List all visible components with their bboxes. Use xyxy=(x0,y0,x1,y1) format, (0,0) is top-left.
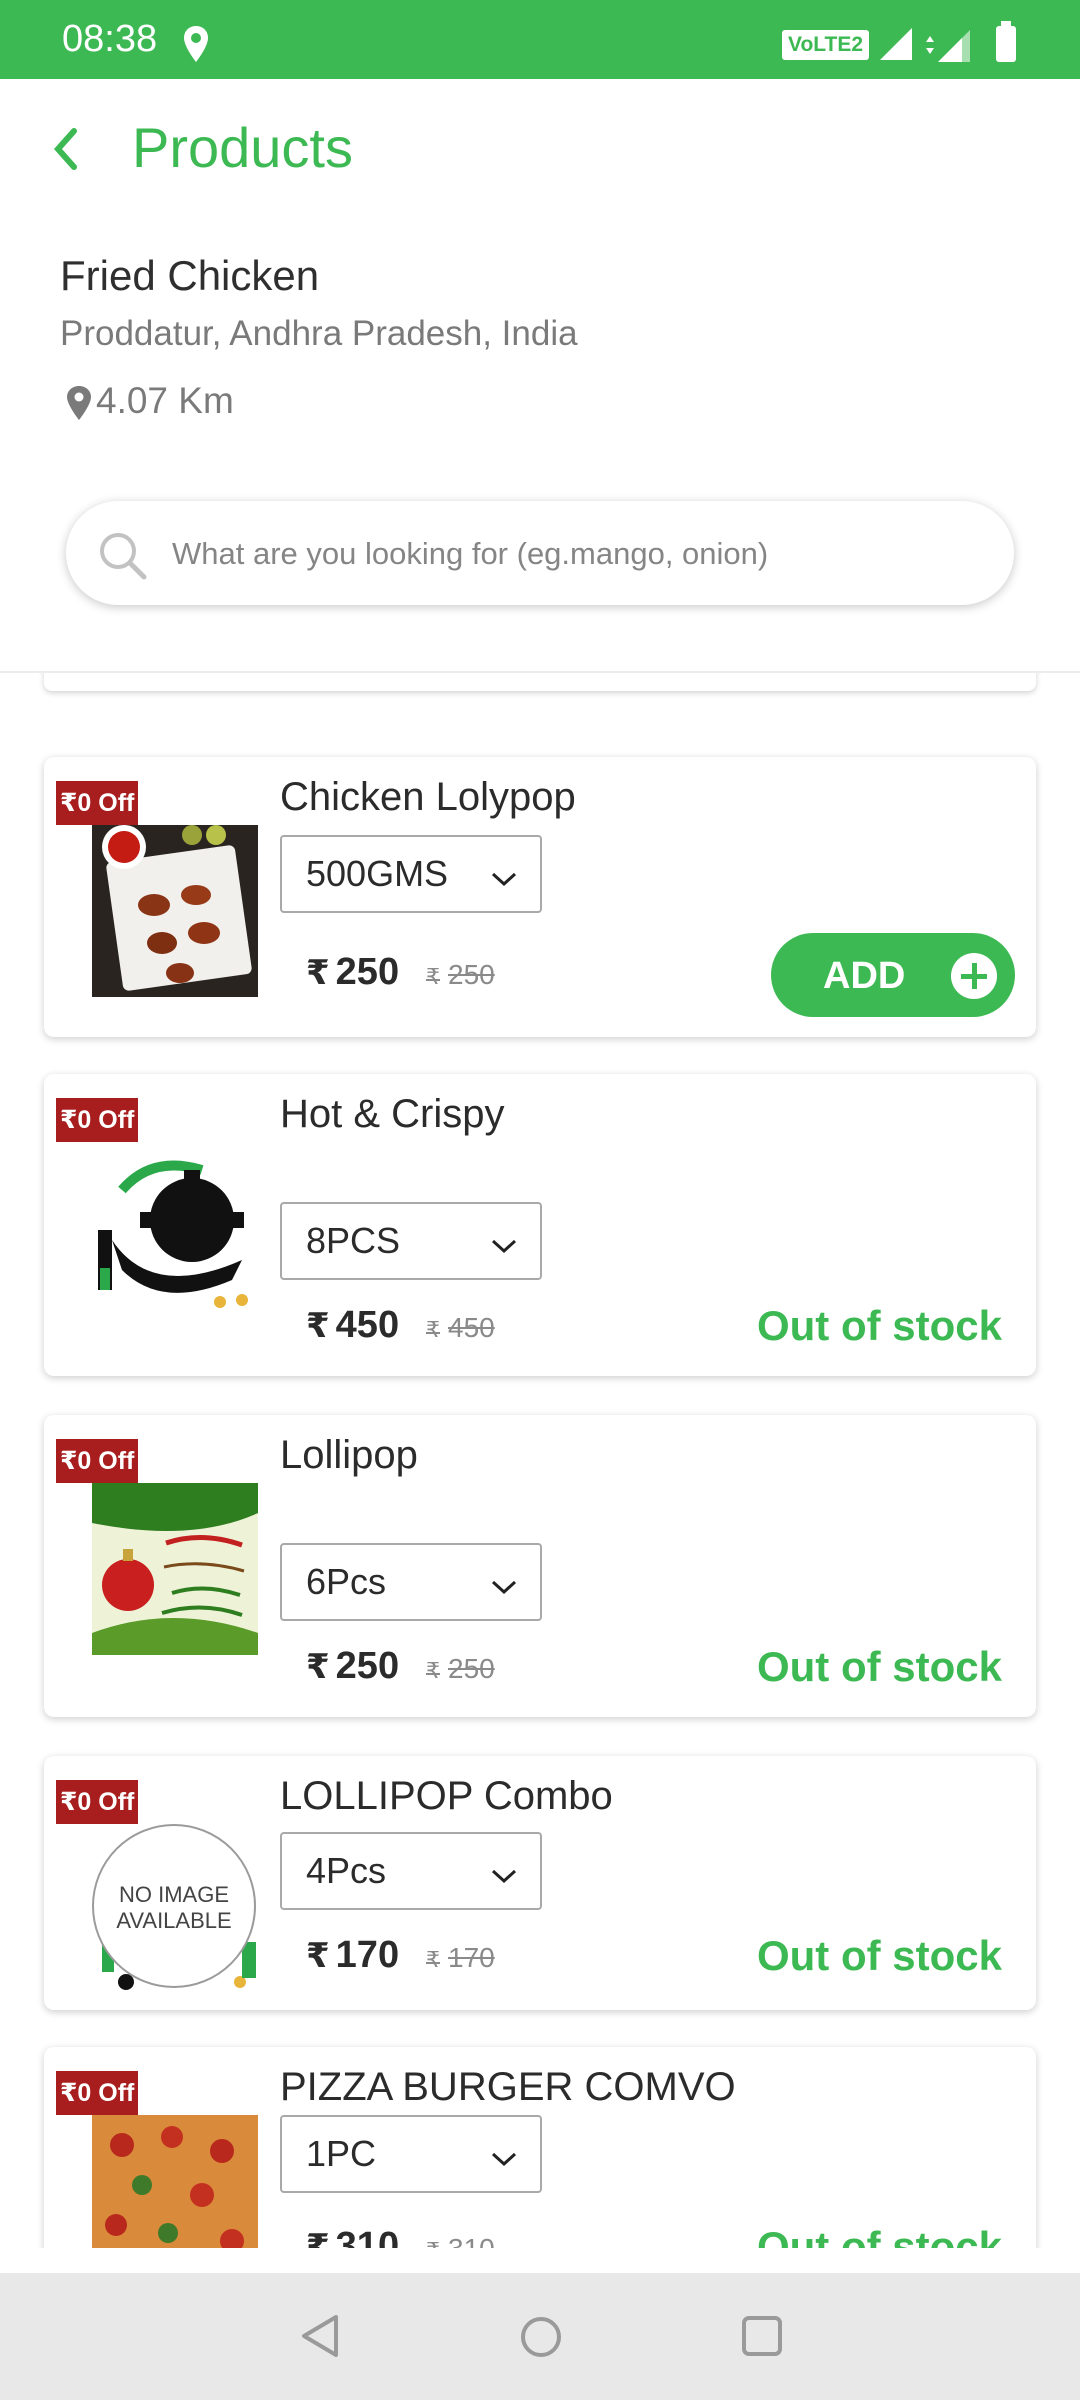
variant-select[interactable]: 1PC xyxy=(280,2115,542,2193)
original-price-value: 250 xyxy=(448,1653,495,1684)
product-list[interactable]: ₹0 Off Chicken Lolypop 500GMS ₹250 ₹250 … xyxy=(0,673,1080,2248)
variant-select[interactable]: 6Pcs xyxy=(280,1543,542,1621)
currency-symbol: ₹ xyxy=(306,1648,330,1686)
stock-status: Out of stock xyxy=(756,1932,1002,1979)
price-value: 250 xyxy=(335,951,400,993)
product-card[interactable]: ₹0 Off NO IMAGE AVAILABLE LOLLIPOP Combo… xyxy=(44,1756,1036,2010)
product-image[interactable] xyxy=(92,825,258,997)
variant-select[interactable]: 8PCS xyxy=(280,1202,542,1280)
plus-circle-icon xyxy=(951,953,997,999)
store-distance: 4.07 Km xyxy=(66,380,234,426)
product-price: ₹250 xyxy=(306,951,399,994)
product-image[interactable] xyxy=(92,1150,258,1322)
page-title: Products xyxy=(132,116,353,179)
stock-status: Out of stock xyxy=(756,1302,1002,1349)
original-price: ₹310 xyxy=(426,2233,495,2248)
chevron-down-icon xyxy=(491,1239,517,1254)
signal-icon xyxy=(880,28,912,60)
product-card[interactable]: ₹0 Off Lollipop 6Pcs ₹250 ₹250 Out of st… xyxy=(44,1415,1036,1717)
store-address: Proddatur, Andhra Pradesh, India xyxy=(60,314,578,353)
chevron-down-icon xyxy=(491,2152,517,2167)
original-price-value: 450 xyxy=(448,1312,495,1343)
variant-select[interactable]: 4Pcs xyxy=(280,1832,542,1910)
search-icon xyxy=(100,533,147,580)
store-distance-label: 4.07 Km xyxy=(96,380,234,421)
product-name: LOLLIPOP Combo xyxy=(280,1774,613,1818)
search-bar[interactable] xyxy=(66,501,1014,605)
discount-badge: ₹0 Off xyxy=(56,781,139,825)
add-button-label: ADD xyxy=(823,955,906,997)
product-name: PIZZA BURGER COMVO xyxy=(280,2065,736,2109)
currency-symbol: ₹ xyxy=(426,1658,440,1683)
stock-status: Out of stock xyxy=(756,2223,1002,2248)
product-card[interactable]: ₹0 Off PIZZA BURGER COMVO 1PC ₹310 ₹310 … xyxy=(44,2047,1036,2248)
nav-home-icon[interactable] xyxy=(519,2315,563,2359)
currency-symbol: ₹ xyxy=(306,1307,330,1345)
product-price: ₹170 xyxy=(306,1934,399,1977)
original-price: ₹170 xyxy=(426,1942,495,1974)
currency-symbol: ₹ xyxy=(426,1947,440,1972)
product-name: Chicken Lolypop xyxy=(280,775,576,819)
price-value: 250 xyxy=(335,1645,400,1687)
original-price-value: 310 xyxy=(448,2233,495,2248)
map-pin-icon xyxy=(67,386,91,421)
status-bar: 08:38 VoLTE2 xyxy=(0,0,1080,79)
search-input[interactable] xyxy=(170,525,974,583)
discount-badge: ₹0 Off xyxy=(56,1439,139,1483)
no-image-line2: AVAILABLE xyxy=(116,1908,232,1933)
stock-status: Out of stock xyxy=(756,1643,1002,1690)
original-price-value: 250 xyxy=(448,959,495,990)
back-arrow-icon[interactable] xyxy=(40,119,90,179)
price-value: 450 xyxy=(335,1304,400,1346)
original-price-value: 170 xyxy=(448,1942,495,1973)
variant-value: 8PCS xyxy=(306,1220,401,1261)
system-nav-bar xyxy=(0,2273,1080,2400)
status-time: 08:38 xyxy=(62,18,158,60)
currency-symbol: ₹ xyxy=(426,1317,440,1342)
original-price: ₹250 xyxy=(426,959,495,991)
variant-value: 500GMS xyxy=(306,853,449,894)
discount-badge: ₹0 Off xyxy=(56,1098,139,1142)
chevron-down-icon xyxy=(491,1580,517,1595)
product-name: Lollipop xyxy=(280,1433,418,1477)
product-name: Hot & Crispy xyxy=(280,1092,505,1136)
currency-symbol: ₹ xyxy=(306,2228,330,2248)
add-button[interactable]: ADD xyxy=(771,933,1015,1017)
variant-value: 6Pcs xyxy=(306,1561,387,1602)
variant-value: 1PC xyxy=(306,2133,377,2174)
currency-symbol: ₹ xyxy=(306,1937,330,1975)
currency-symbol: ₹ xyxy=(306,954,330,992)
product-price: ₹310 xyxy=(306,2225,399,2248)
volte-badge: VoLTE2 xyxy=(782,30,870,60)
price-value: 310 xyxy=(335,2225,400,2248)
discount-badge: ₹0 Off xyxy=(56,2071,139,2115)
app-header: Products xyxy=(0,79,1080,199)
variant-value: 4Pcs xyxy=(306,1850,387,1891)
original-price: ₹450 xyxy=(426,1312,495,1344)
product-image[interactable] xyxy=(92,2115,258,2248)
variant-select[interactable]: 500GMS xyxy=(280,835,542,913)
currency-symbol: ₹ xyxy=(426,964,440,989)
no-image-placeholder: NO IMAGE AVAILABLE xyxy=(92,1824,256,1988)
original-price: ₹250 xyxy=(426,1653,495,1685)
nav-recent-icon[interactable] xyxy=(741,2315,783,2357)
product-price: ₹450 xyxy=(306,1304,399,1347)
product-card-partial xyxy=(44,673,1036,691)
chevron-down-icon xyxy=(491,872,517,887)
currency-symbol: ₹ xyxy=(426,2238,440,2248)
chevron-down-icon xyxy=(491,1869,517,1884)
battery-icon xyxy=(996,21,1016,62)
price-value: 170 xyxy=(335,1934,400,1976)
signal-4g-icon xyxy=(926,30,970,62)
nav-back-icon[interactable] xyxy=(298,2313,342,2359)
product-card[interactable]: ₹0 Off Chicken Lolypop 500GMS ₹250 ₹250 … xyxy=(44,757,1036,1037)
product-image[interactable] xyxy=(92,1483,258,1655)
discount-badge: ₹0 Off xyxy=(56,1780,139,1824)
no-image-line1: NO IMAGE xyxy=(118,1882,229,1907)
store-name: Fried Chicken xyxy=(60,252,320,299)
product-card[interactable]: ₹0 Off Hot & Crispy 8PCS ₹450 ₹450 Out o… xyxy=(44,1074,1036,1376)
product-price: ₹250 xyxy=(306,1645,399,1688)
location-pin-icon xyxy=(184,26,208,62)
